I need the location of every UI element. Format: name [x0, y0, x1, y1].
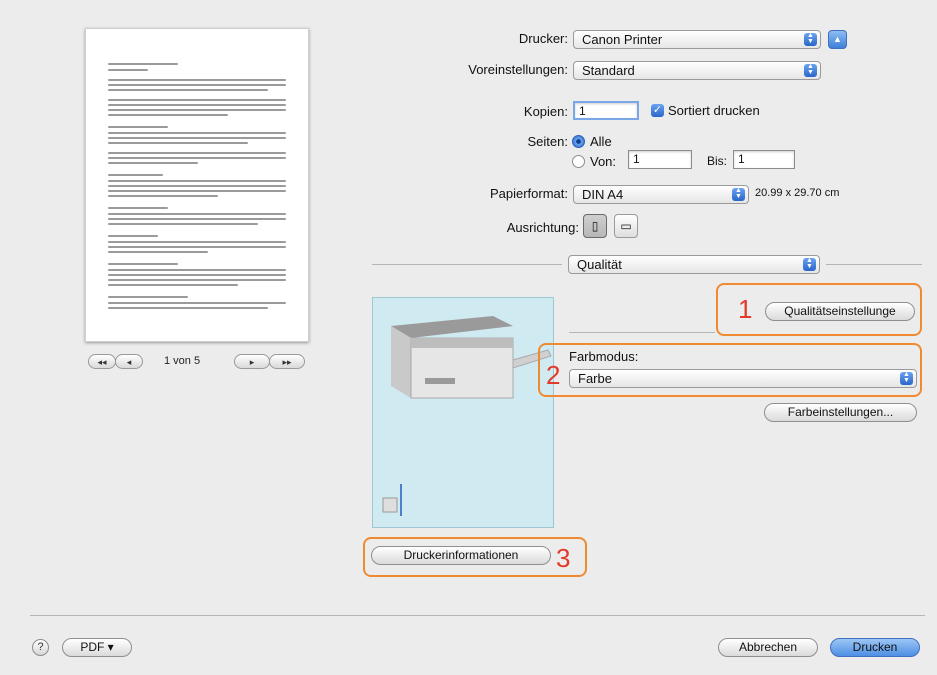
color-settings-button[interactable]: Farbeinstellungen... — [764, 403, 917, 422]
preview-line — [108, 114, 228, 116]
portrait-orientation-icon[interactable]: ▯ — [583, 214, 607, 238]
preview-line — [108, 99, 286, 101]
preview-line — [108, 241, 286, 243]
separator — [826, 264, 922, 265]
preview-line — [108, 162, 198, 164]
preview-line — [108, 152, 286, 154]
preview-line — [108, 195, 218, 197]
help-icon[interactable]: ? — [32, 639, 49, 656]
presets-select-value: Standard — [582, 63, 635, 78]
printer-info-button[interactable]: Druckerinformationen — [371, 546, 551, 565]
preview-line — [108, 207, 168, 209]
presets-select[interactable]: Standard ▲ ▼ — [573, 61, 821, 80]
preview-line — [108, 296, 188, 298]
preview-line — [108, 279, 286, 281]
panel-select-value: Qualität — [577, 257, 622, 272]
preview-line — [108, 63, 178, 65]
preview-line — [108, 126, 168, 128]
preview-line — [108, 190, 286, 192]
panel-select[interactable]: Qualität ▲ ▼ — [568, 255, 820, 274]
previous-page-button[interactable]: ◂ — [115, 354, 143, 369]
pdf-button[interactable]: PDF ▾ — [62, 638, 132, 657]
preview-line — [108, 137, 286, 139]
pages-to-input[interactable]: 1 — [733, 150, 795, 169]
quality-settings-button[interactable]: Qualitätseinstellunge — [765, 302, 915, 321]
preview-line — [108, 104, 286, 106]
next-page-button[interactable]: ▸ — [234, 354, 270, 369]
collate-label: Sortiert drucken — [668, 103, 760, 118]
preview-line — [108, 213, 286, 215]
preview-line — [108, 218, 286, 220]
preview-line — [108, 251, 208, 253]
preview-line — [108, 142, 248, 144]
popup-arrows-icon: ▲ ▼ — [732, 187, 745, 201]
preview-line — [108, 274, 286, 276]
presets-label: Voreinstellungen: — [468, 62, 568, 77]
footer-separator — [30, 615, 925, 616]
preview-line — [108, 174, 163, 176]
page-indicator: 1 von 5 — [164, 355, 201, 367]
paper-size-select[interactable]: DIN A4 ▲ ▼ — [573, 185, 749, 204]
first-page-button[interactable]: ◂◂ — [88, 354, 116, 369]
printer-label: Drucker: — [518, 31, 568, 46]
orientation-label: Ausrichtung: — [506, 220, 579, 235]
pages-from-label: Von: — [590, 154, 617, 169]
color-mode-label: Farbmodus: — [569, 349, 639, 364]
popup-arrows-icon: ▲ ▼ — [804, 63, 817, 77]
preview-line — [108, 223, 258, 225]
preview-line — [108, 307, 268, 309]
preview-line — [108, 235, 158, 237]
cancel-button[interactable]: Abbrechen — [718, 638, 818, 657]
preview-line — [108, 84, 286, 86]
printer-select[interactable]: Canon Printer ▲ ▼ — [573, 30, 821, 49]
collate-checkbox[interactable]: ✓ — [651, 104, 664, 117]
pages-range-radio[interactable] — [572, 155, 585, 168]
printer-select-value: Canon Printer — [582, 32, 663, 47]
preview-line — [108, 180, 286, 182]
pages-from-input[interactable]: 1 — [628, 150, 692, 169]
preview-line — [108, 263, 178, 265]
popup-arrows-icon: ▲ ▼ — [900, 371, 913, 385]
preview-line — [108, 302, 286, 304]
preview-line — [108, 185, 286, 187]
preview-line — [108, 246, 286, 248]
popup-arrows-icon: ▲ ▼ — [803, 257, 816, 271]
pages-all-radio[interactable] — [572, 135, 585, 148]
pages-all-label: Alle — [590, 134, 612, 149]
color-mode-select-value: Farbe — [578, 371, 612, 386]
callout-2-number: 2 — [546, 360, 561, 390]
separator — [372, 264, 562, 265]
copies-label: Kopien: — [523, 104, 568, 119]
paper-size-label: Papierformat: — [489, 186, 568, 201]
preview-line — [108, 79, 286, 81]
separator — [569, 332, 715, 333]
preview-line — [108, 89, 268, 91]
printer-image-panel — [372, 297, 554, 528]
preview-line — [108, 109, 286, 111]
callout-1-number: 1 — [738, 294, 753, 324]
pages-to-label: Bis: — [707, 154, 728, 168]
preview-line — [108, 132, 286, 134]
collapse-details-icon[interactable]: ▲ — [828, 30, 847, 49]
last-page-button[interactable]: ▸▸ — [269, 354, 305, 369]
paper-size-select-value: DIN A4 — [582, 187, 624, 202]
landscape-orientation-icon[interactable]: ▭ — [614, 214, 638, 238]
preview-line — [108, 269, 286, 271]
preview-line — [108, 284, 238, 286]
popup-arrows-icon: ▲ ▼ — [804, 32, 817, 46]
color-mode-select[interactable]: Farbe ▲ ▼ — [569, 369, 917, 388]
page-preview — [85, 28, 309, 342]
printer-image — [382, 316, 552, 516]
copies-input[interactable]: 1 — [573, 101, 639, 120]
pages-label: Seiten: — [527, 134, 568, 149]
preview-line — [108, 157, 286, 159]
print-button[interactable]: Drucken — [830, 638, 920, 657]
callout-3-number: 3 — [556, 543, 571, 573]
paper-size-dimensions: 20.99 x 29.70 cm — [755, 187, 840, 199]
preview-line — [108, 69, 148, 71]
